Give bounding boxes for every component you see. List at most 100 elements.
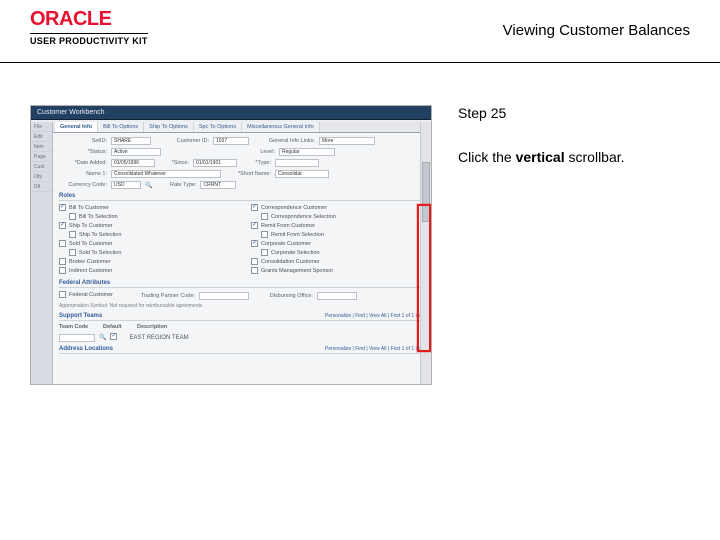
federal-heading: Federal Attributes — [59, 280, 425, 288]
since-label: *Since: — [159, 160, 189, 166]
sidestrip-item[interactable]: Item — [31, 142, 52, 152]
roles-left: ✓Bill To Customer Bill To Selection ✓Ship … — [59, 204, 233, 276]
since-input[interactable]: 01/01/1901 — [193, 159, 237, 167]
form-row: Name 1: Consolidated Whatever *Short Nam… — [59, 170, 425, 178]
tab-spc-to[interactable]: Spc To Options — [194, 122, 242, 132]
role-checkbox[interactable]: Broker Customer — [59, 258, 111, 265]
form-area: SetID: SHARE Customer ID: 1037 General I… — [53, 133, 431, 361]
personalize-link[interactable]: Personalize | Find | View All | — [325, 313, 389, 319]
step-label: Step 25 — [458, 105, 690, 121]
role-checkbox[interactable]: ✓Bill To Customer — [59, 204, 109, 211]
level-select[interactable]: Regular — [279, 148, 335, 156]
type-select[interactable] — [275, 159, 319, 167]
sidestrip-item[interactable]: File — [31, 122, 52, 132]
support-row: 🔍 ✓ EAST REGION TEAM — [59, 333, 425, 342]
role-checkbox[interactable]: Remit From Selection — [261, 231, 324, 238]
setid-value: SHARE — [111, 137, 151, 145]
disb-label: Disbursing Office: — [253, 293, 313, 299]
brand-upk: USER PRODUCTIVITY KIT — [30, 33, 148, 46]
search-icon[interactable]: 🔍 — [145, 182, 152, 189]
dateadded-label: *Date Added: — [59, 160, 107, 166]
search-icon[interactable]: 🔍 — [99, 334, 106, 341]
name1-label: Name 1: — [59, 171, 107, 177]
tpc-label: Trading Partner Code: — [125, 293, 195, 299]
brand-oracle: ORACLE — [30, 8, 148, 31]
ratetype-input[interactable]: CRRNT — [200, 181, 236, 189]
address-heading: Address Locations Personalize | Find | V… — [59, 346, 425, 354]
roles-columns: ✓Bill To Customer Bill To Selection ✓Ship … — [59, 204, 425, 276]
role-checkbox[interactable]: Corporate Selection — [261, 249, 320, 256]
form-row: SetID: SHARE Customer ID: 1037 General I… — [59, 137, 425, 145]
sidestrip-item[interactable]: Obj — [31, 172, 52, 182]
role-checkbox[interactable]: Grants Management Sponsor — [251, 267, 333, 274]
tab-bill-to[interactable]: Bill To Options — [98, 122, 144, 132]
shot-content: General Info Bill To Options Ship To Opt… — [53, 122, 431, 384]
default-head: Default — [103, 324, 133, 330]
federal-customer-checkbox[interactable]: Federal Customer — [59, 291, 113, 298]
default-checkbox[interactable]: ✓ — [110, 333, 117, 340]
form-row: *Date Added: 03/05/1996 *Since: 01/01/19… — [59, 159, 425, 167]
tab-misc[interactable]: Miscellaneous General Info — [242, 122, 320, 132]
role-checkbox[interactable]: Bill To Selection — [69, 213, 118, 220]
dateadded-input[interactable]: 03/05/1996 — [111, 159, 155, 167]
tab-strip: General Info Bill To Options Ship To Opt… — [53, 122, 431, 133]
roles-heading: Roles — [59, 193, 425, 201]
window-titlebar: Customer Workbench — [31, 106, 431, 120]
roles-right: ✓Correspondence Customer Correspondence S… — [251, 204, 425, 276]
custid-value: 1037 — [213, 137, 249, 145]
tpc-input[interactable] — [199, 292, 249, 300]
support-header-row: Team Code Default Description — [59, 324, 425, 330]
desc-value: EAST REGION TEAM — [129, 335, 188, 341]
status-select[interactable]: Active — [111, 148, 161, 156]
embedded-screenshot: Customer Workbench File Edit Item Page C… — [30, 105, 432, 385]
currency-label: Currency Code: — [59, 182, 107, 188]
federal-note: Appropriation Symbol: Not required for r… — [59, 303, 425, 309]
sidestrip-item[interactable]: Edit — [31, 132, 52, 142]
name1-input[interactable]: Consolidated Whatever — [111, 170, 221, 178]
form-row: *Status: Active Level: Regular — [59, 148, 425, 156]
left-sidestrip: File Edit Item Page Cust Obj Dtl — [31, 122, 53, 384]
role-checkbox[interactable]: ✓Remit From Customer — [251, 222, 315, 229]
role-checkbox[interactable]: Consolidation Customer — [251, 258, 320, 265]
ratetype-label: Rate Type: — [156, 182, 196, 188]
shortname-input[interactable]: Consolidat — [275, 170, 329, 178]
type-label: *Type: — [241, 160, 271, 166]
status-label: *Status: — [59, 149, 107, 155]
role-checkbox[interactable]: Correspondence Selection — [261, 213, 336, 220]
sidestrip-item[interactable]: Page — [31, 152, 52, 162]
form-row: Currency Code: USD 🔍 Rate Type: CRRNT — [59, 181, 425, 189]
brand-block: ORACLE USER PRODUCTIVITY KIT — [30, 8, 148, 46]
support-heading: Support Teams Personalize | Find | View … — [59, 313, 425, 321]
main-area: Customer Workbench File Edit Item Page C… — [30, 105, 690, 385]
links-label: General Info Links: — [253, 138, 315, 144]
role-checkbox[interactable]: Indirect Customer — [59, 267, 112, 274]
teamcode-input[interactable] — [59, 334, 95, 342]
custid-label: Customer ID: — [155, 138, 209, 144]
header-rule — [0, 62, 720, 63]
role-checkbox[interactable]: Sold To Customer — [59, 240, 113, 247]
level-label: Level: — [165, 149, 275, 155]
sidestrip-item[interactable]: Dtl — [31, 182, 52, 192]
role-checkbox[interactable]: ✓Correspondence Customer — [251, 204, 327, 211]
disb-input[interactable] — [317, 292, 357, 300]
role-checkbox[interactable]: ✓Ship To Customer — [59, 222, 113, 229]
sidestrip-item[interactable]: Cust — [31, 162, 52, 172]
screenshot-column: Customer Workbench File Edit Item Page C… — [30, 105, 432, 385]
instruction-column: Step 25 Click the vertical scrollbar. — [432, 105, 690, 385]
scrollbar-thumb[interactable] — [422, 162, 430, 222]
page-title: Viewing Customer Balances — [503, 22, 690, 39]
role-checkbox[interactable]: Ship To Selection — [69, 231, 121, 238]
personalize-link[interactable]: Personalize | Find | View All | — [325, 346, 389, 352]
links-select[interactable]: More — [319, 137, 375, 145]
teamcode-head: Team Code — [59, 324, 99, 330]
tab-general-info[interactable]: General Info — [55, 122, 98, 132]
role-checkbox[interactable]: Sold To Selection — [69, 249, 121, 256]
shot-body: File Edit Item Page Cust Obj Dtl General… — [31, 122, 431, 384]
shortname-label: *Short Name: — [225, 171, 271, 177]
desc-head: Description — [137, 324, 197, 330]
setid-label: SetID: — [59, 138, 107, 144]
tab-ship-to[interactable]: Ship To Options — [144, 122, 194, 132]
currency-input[interactable]: USD — [111, 181, 141, 189]
role-checkbox[interactable]: ✓Corporate Customer — [251, 240, 311, 247]
vertical-scrollbar[interactable] — [420, 122, 431, 384]
